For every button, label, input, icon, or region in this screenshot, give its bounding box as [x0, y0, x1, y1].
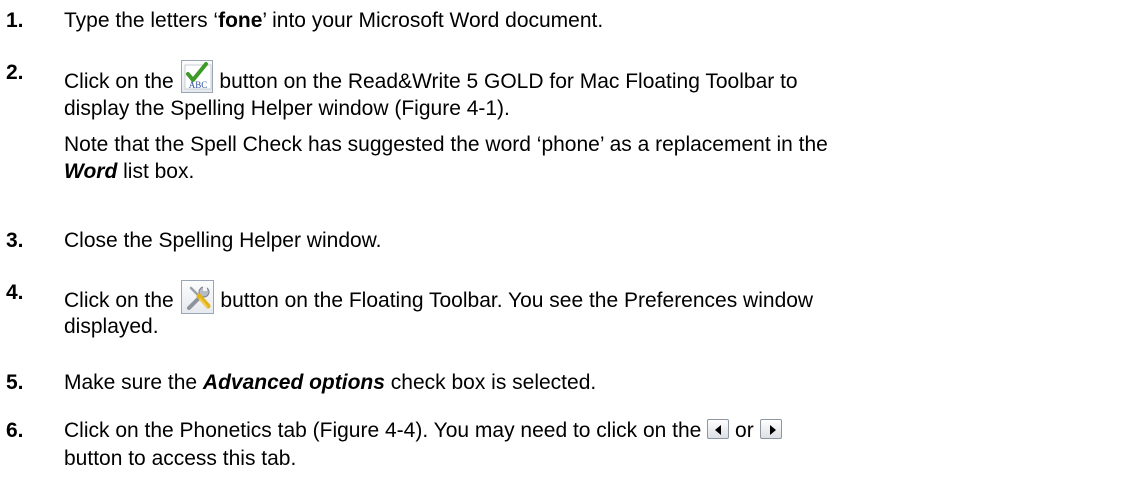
step-text-post: button on the Floating Toolbar. You see …: [214, 289, 814, 312]
step-text-line2: displayed.: [64, 315, 159, 338]
step-text-post: button on the Read&Write 5 GOLD for Mac …: [213, 70, 798, 93]
abc-label: ABC: [188, 80, 207, 90]
step-text-post: ’ into your Microsoft Word document.: [262, 9, 604, 32]
step-text-line2: button to access this tab.: [64, 447, 297, 470]
step-text: Click on the ABC button on the Read&Writ…: [64, 60, 1124, 184]
step-text: Type the letters ‘fone’ into your Micros…: [64, 8, 1124, 33]
preferences-tools-icon: [180, 280, 214, 314]
step-text-mid: or: [729, 419, 760, 442]
step-number: 3.: [6, 229, 24, 252]
spell-check-abc-icon: ABC: [180, 60, 213, 93]
step-number: 5.: [6, 371, 24, 394]
step-text-pre: Click on the Phonetics tab (Figure 4-4).…: [64, 419, 708, 442]
step-text-bold: fone: [218, 9, 263, 32]
step-number: 1.: [6, 9, 24, 32]
step-note-post: list box.: [117, 160, 195, 183]
step-text-pre: Click on the: [64, 289, 180, 312]
step-text: Click on the button on the Floating Tool…: [64, 280, 1124, 339]
step-number: 4.: [6, 281, 24, 304]
step-text: Click on the Phonetics tab (Figure 4-4).…: [64, 418, 1124, 471]
word-list-box-label: Word: [64, 160, 118, 183]
step-text-pre: Type the letters ‘: [64, 9, 219, 32]
step-text-line2: display the Spelling Helper window (Figu…: [64, 97, 510, 120]
step-number: 6.: [6, 419, 24, 442]
step-note-line2: Word list box.: [64, 159, 1124, 184]
step-text-pre: Make sure the: [64, 371, 203, 394]
step-number: 2.: [6, 61, 24, 84]
step-text-post: check box is selected.: [384, 371, 597, 394]
scroll-right-arrow-icon: [759, 419, 782, 439]
scroll-left-arrow-icon: [707, 419, 730, 439]
step-text: Close the Spelling Helper window.: [64, 229, 382, 252]
step-text-pre: Click on the: [64, 70, 180, 93]
instruction-document: 1. Type the letters ‘fone’ into your Mic…: [0, 0, 1138, 481]
step-text: Make sure the Advanced options check box…: [64, 370, 1124, 395]
step-note-line1: Note that the Spell Check has suggested …: [64, 133, 828, 156]
advanced-options-label: Advanced options: [202, 371, 385, 394]
